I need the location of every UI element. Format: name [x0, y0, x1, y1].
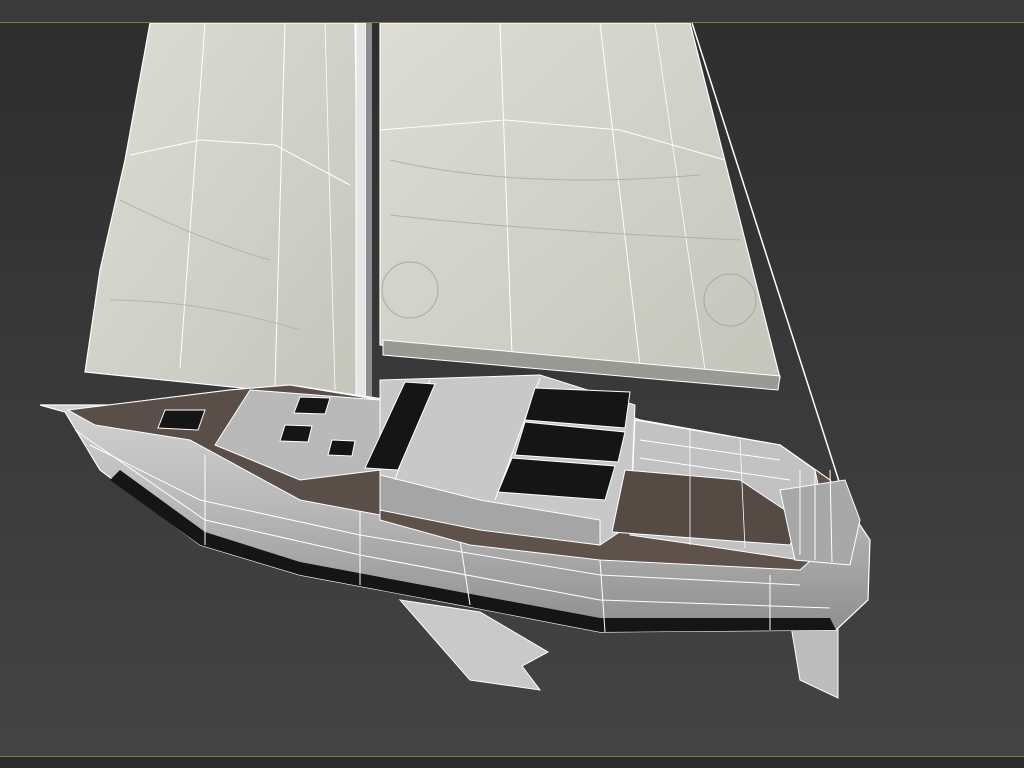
3d-viewport[interactable]: [0, 23, 1024, 756]
viewport-bottom-border: [0, 756, 1024, 768]
mast: [355, 23, 372, 426]
sailboat-model[interactable]: [0, 23, 1024, 756]
viewport-top-border: [0, 0, 1024, 23]
jib-sail: [379, 23, 781, 391]
rudder: [789, 619, 839, 699]
3d-application-window: [0, 0, 1024, 768]
mainsail: [84, 23, 361, 401]
